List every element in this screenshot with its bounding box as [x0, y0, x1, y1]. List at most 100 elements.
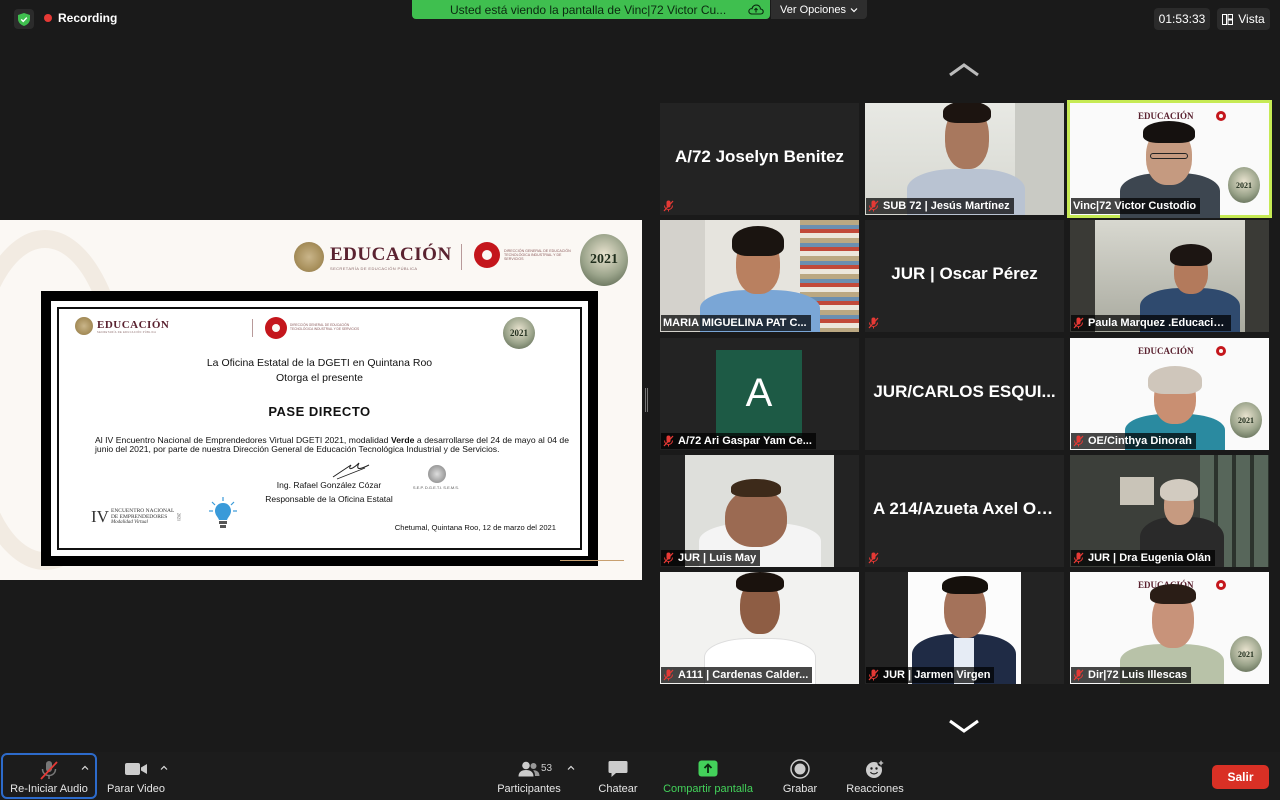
- participants-button[interactable]: 53 Participantes: [494, 752, 564, 800]
- muted-mic-icon: [1073, 552, 1084, 564]
- participant-tile[interactable]: EDUCACIÓN 2021 OE/Cinthya Dinorah: [1070, 338, 1269, 450]
- muted-mic-icon: [868, 200, 879, 212]
- participant-name: MARIA MIGUELINA PAT C...: [663, 317, 807, 329]
- view-label: Vista: [1238, 12, 1265, 26]
- gallery-next-page-icon[interactable]: [948, 718, 980, 734]
- tile-edu-logo: EDUCACIÓN: [1138, 111, 1194, 121]
- muted-mic-icon: [868, 669, 879, 681]
- tile-edu-logo: EDUCACIÓN: [1138, 346, 1194, 356]
- participant-name: A111 | Cardenas Calder...: [678, 669, 809, 681]
- reactions-label: Reacciones: [846, 783, 904, 795]
- participant-name: JUR | Luis May: [678, 552, 757, 564]
- video-hair: [1160, 479, 1198, 501]
- participant-label: Dir|72 Luis Illescas: [1071, 667, 1192, 683]
- participant-tile[interactable]: JUR | Dra Eugenia Olán: [1070, 455, 1269, 567]
- share-banner-text: Usted está viendo la pantalla de Vinc|72…: [450, 2, 727, 17]
- cert-date: Chetumal, Quintana Roo, 12 de marzo del …: [394, 523, 556, 532]
- security-shield-icon[interactable]: [14, 9, 34, 29]
- share-screen-icon: [698, 760, 718, 777]
- participant-tile[interactable]: EDUCACIÓN 2021 Dir|72 Luis Illescas: [1070, 572, 1269, 684]
- view-button[interactable]: Vista: [1217, 8, 1270, 30]
- iv-text3: Modalidad Virtual: [110, 520, 148, 525]
- participant-label: OE/Cinthya Dinorah: [1071, 433, 1196, 449]
- video-face: [725, 489, 787, 547]
- split-resize-handle[interactable]: [645, 388, 648, 412]
- muted-mic-icon: [663, 200, 674, 212]
- chat-label: Chatear: [598, 783, 638, 795]
- muted-mic-icon: [1073, 669, 1084, 681]
- participant-name-large: A/72 Joselyn Benitez: [674, 147, 845, 166]
- reactions-button[interactable]: Reacciones: [842, 752, 908, 800]
- iv-numeral: IV: [91, 507, 109, 526]
- cert-2021-text: 2021: [510, 328, 528, 338]
- header-dgeti-text: DIRECCIÓN GENERAL DE EDUCACIÓN TECNOLÓGI…: [504, 249, 571, 261]
- participant-name: Vinc|72 Victor Custodio: [1073, 200, 1197, 212]
- stamp-text: S.E.P. D.G.E.T.I. S.E.M.S.: [412, 485, 460, 490]
- participant-tile[interactable]: MARIA MIGUELINA PAT C...: [660, 220, 859, 332]
- muted-mic-icon: [663, 669, 674, 681]
- audio-options-chevron-icon[interactable]: [81, 764, 89, 772]
- participant-tile[interactable]: A A/72 Ari Gaspar Yam Ce...: [660, 338, 859, 450]
- dgeti-stamp: S.E.P. D.G.E.T.I. S.E.M.S.: [400, 465, 472, 507]
- participants-icon: [518, 761, 540, 777]
- decorative-line: [560, 560, 624, 561]
- participant-avatar: A: [716, 350, 802, 436]
- record-button[interactable]: Grabar: [776, 752, 824, 800]
- meeting-timer: 01:53:33: [1154, 8, 1210, 30]
- reactions-emoji-icon: [866, 759, 885, 778]
- tile-2021-text: 2021: [1238, 415, 1254, 425]
- share-screen-label: Compartir pantalla: [663, 783, 753, 795]
- tile-gear-icon: [1216, 346, 1226, 356]
- stop-video-button[interactable]: Parar Video: [102, 752, 170, 800]
- participant-tile[interactable]: SUB 72 | Jesús Martínez: [865, 103, 1064, 215]
- recording-dot-icon: [44, 14, 52, 22]
- view-options-dropdown[interactable]: Ver Opciones: [771, 0, 867, 19]
- recording-indicator[interactable]: Recording: [44, 11, 117, 25]
- chevron-down-icon: [850, 7, 858, 12]
- encuentro-logo: IV ENCUENTRO NACIONAL DE EMPRENDEDORES M…: [91, 507, 181, 527]
- tile-gear-icon: [1216, 111, 1226, 121]
- participant-tile[interactable]: JUR | Luis May: [660, 455, 859, 567]
- participant-tile[interactable]: JUR | Jarmen Virgen: [865, 572, 1064, 684]
- video-hair: [732, 226, 784, 256]
- shared-screen[interactable]: EDUCACIÓN SECRETARÍA DE EDUCACIÓN PÚBLIC…: [0, 220, 642, 580]
- participant-tile[interactable]: JUR/CARLOS ESQUI...: [865, 338, 1064, 450]
- video-hair: [1170, 244, 1212, 266]
- muted-mic-icon: [1073, 317, 1084, 329]
- participant-tile[interactable]: Paula Marquez .Educacio...: [1070, 220, 1269, 332]
- video-hair: [942, 576, 988, 594]
- participant-tile[interactable]: A/72 Joselyn Benitez: [660, 103, 859, 215]
- participants-count: 53: [541, 763, 553, 774]
- participant-label: MARIA MIGUELINA PAT C...: [661, 315, 811, 331]
- tile-2021-logo: 2021: [1230, 636, 1262, 672]
- video-hair: [1148, 366, 1202, 394]
- participant-name: JUR | Dra Eugenia Olán: [1088, 552, 1211, 564]
- leave-meeting-button[interactable]: Salir: [1212, 765, 1269, 789]
- cert-line2: Otorga el presente: [276, 372, 363, 384]
- share-screen-button[interactable]: Compartir pantalla: [658, 752, 758, 800]
- participant-tile[interactable]: JUR | Oscar Pérez: [865, 220, 1064, 332]
- stamp-seal-icon: [428, 465, 446, 483]
- video-options-chevron-icon[interactable]: [160, 764, 168, 772]
- cert-gear-icon: [265, 317, 287, 339]
- participant-tile-active-speaker[interactable]: EDUCACIÓN 2021 Vinc|72 Victor Custodio: [1067, 100, 1272, 218]
- mexico-2021-text: 2021: [590, 252, 618, 267]
- rejoin-audio-button[interactable]: Re-Iniciar Audio: [2, 752, 96, 800]
- certificate-border: EDUCACIÓN SECRETARÍA DE EDUCACIÓN PÚBLIC…: [49, 299, 590, 558]
- header-divider: [461, 244, 462, 270]
- participant-tile[interactable]: A111 | Cardenas Calder...: [660, 572, 859, 684]
- participants-options-chevron-icon[interactable]: [567, 764, 575, 772]
- mexico-2021-logo: 2021: [580, 234, 628, 286]
- cert-signer-role: Responsable de la Oficina Estatal: [265, 494, 393, 504]
- participants-label: Participantes: [497, 783, 561, 795]
- participant-label: JUR | Jarmen Virgen: [866, 667, 995, 683]
- gallery-prev-page-icon[interactable]: [948, 62, 980, 78]
- participant-name: Paula Marquez .Educacio...: [1088, 317, 1227, 329]
- chat-button[interactable]: Chatear: [592, 752, 644, 800]
- participant-name: OE/Cinthya Dinorah: [1088, 435, 1192, 447]
- dgeti-gear-icon: [474, 242, 500, 268]
- participant-tile[interactable]: A 214/Azueta Axel Os...: [865, 455, 1064, 567]
- participant-name: SUB 72 | Jesús Martínez: [883, 200, 1010, 212]
- certificate: EDUCACIÓN SECRETARÍA DE EDUCACIÓN PÚBLIC…: [57, 307, 582, 550]
- signature-graphic: [332, 462, 370, 480]
